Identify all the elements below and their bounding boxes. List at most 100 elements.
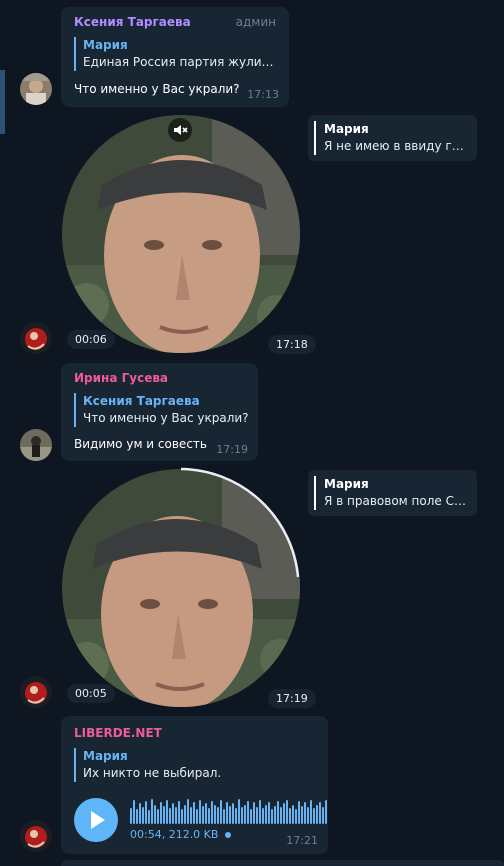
- sender-name[interactable]: LIBERDE.NET: [74, 726, 162, 740]
- waveform-bar: [157, 809, 159, 824]
- waveform-bar: [247, 801, 249, 824]
- waveform-bar: [256, 807, 258, 824]
- waveform-bar: [295, 809, 297, 824]
- waveform-bar: [193, 802, 195, 824]
- waveform-bar: [175, 807, 177, 824]
- waveform-bar: [271, 809, 273, 824]
- waveform-bar: [259, 800, 261, 824]
- speaker-muted-icon: [174, 125, 188, 135]
- waveform-bar: [139, 803, 141, 824]
- waveform-bar: [190, 807, 192, 824]
- avatar-video-sender-1[interactable]: [20, 322, 52, 354]
- message-bubble-liberde[interactable]: LIBERDE.NET Мария Их никто не выбирал. 0…: [61, 716, 328, 854]
- voice-duration-size: 00:54, 212.0 KB: [130, 828, 219, 841]
- waveform-bar: [322, 807, 324, 824]
- avatar-next-partial: [20, 860, 52, 866]
- waveform-bar: [304, 802, 306, 824]
- waveform-bar: [133, 800, 135, 824]
- avatar-kseniya[interactable]: [20, 73, 52, 105]
- waveform-bar: [172, 803, 174, 824]
- voice-waveform[interactable]: [130, 798, 327, 824]
- waveform-bar: [319, 802, 321, 824]
- reply-author: Мария: [83, 749, 128, 763]
- waveform-bar: [250, 809, 252, 824]
- waveform-bar: [232, 803, 234, 824]
- waveform-bar: [196, 809, 198, 824]
- waveform-bar: [280, 807, 282, 824]
- reply-quote[interactable]: Мария Их никто не выбирал.: [74, 748, 314, 782]
- reply-card-1[interactable]: Мария Я не имею в ввиду гр…: [308, 115, 477, 161]
- waveform-bar: [235, 808, 237, 824]
- reply-excerpt: Что именно у Вас украли?: [83, 411, 249, 425]
- waveform-bar: [262, 808, 264, 824]
- waveform-bar: [220, 800, 222, 824]
- waveform-bar: [199, 800, 201, 824]
- voice-meta: 00:54, 212.0 KB: [130, 828, 231, 841]
- sender-name[interactable]: Ирина Гусева: [74, 371, 168, 385]
- reply-excerpt: Их никто не выбирал.: [83, 766, 222, 780]
- waveform-bar: [163, 806, 165, 824]
- video-duration: 00:06: [67, 330, 115, 349]
- reply-author: Мария: [324, 477, 369, 491]
- sender-name[interactable]: Ксения Таргаева: [74, 15, 191, 29]
- waveform-bar: [286, 800, 288, 824]
- message-time: 17:13: [247, 88, 279, 101]
- next-message-partial: [61, 860, 504, 866]
- waveform-bar: [205, 803, 207, 824]
- waveform-bar: [169, 808, 171, 824]
- waveform-bar: [214, 805, 216, 824]
- waveform-bar: [130, 808, 132, 824]
- waveform-bar: [268, 802, 270, 824]
- reply-card-2[interactable]: Мария Я в правовом поле С…: [308, 470, 477, 516]
- waveform-bar: [211, 801, 213, 824]
- waveform-bar: [307, 807, 309, 824]
- reply-author: Ксения Таргаева: [83, 394, 200, 408]
- waveform-bar: [151, 799, 153, 824]
- video-note-1[interactable]: [62, 115, 300, 353]
- waveform-bar: [301, 806, 303, 824]
- waveform-bar: [148, 810, 150, 824]
- video-duration: 00:05: [67, 684, 115, 703]
- waveform-bar: [283, 803, 285, 824]
- waveform-bar: [184, 805, 186, 824]
- message-time: 17:19: [216, 443, 248, 456]
- waveform-bar: [226, 802, 228, 824]
- avatar-irina[interactable]: [20, 429, 52, 461]
- waveform-bar: [298, 801, 300, 824]
- avatar-liberde[interactable]: [20, 820, 52, 852]
- waveform-bar: [142, 807, 144, 824]
- waveform-bar: [310, 800, 312, 824]
- reply-quote[interactable]: Ксения Таргаева Что именно у Вас украли?: [74, 393, 249, 427]
- reply-excerpt: Я не имею в ввиду гр…: [324, 139, 471, 153]
- selected-chat-indicator: [0, 70, 5, 134]
- mute-button[interactable]: [168, 118, 192, 142]
- waveform-bar: [136, 809, 138, 824]
- message-time: 17:21: [286, 834, 318, 847]
- waveform-bar: [202, 806, 204, 824]
- waveform-bar: [223, 809, 225, 824]
- message-text: Что именно у Вас украли?: [74, 82, 240, 96]
- waveform-bar: [241, 807, 243, 824]
- waveform-bar: [160, 802, 162, 824]
- reply-quote[interactable]: Мария Единая Россия партия жулик…: [74, 37, 279, 71]
- message-bubble-irina[interactable]: Ирина Гусева Ксения Таргаева Что именно …: [61, 363, 258, 461]
- avatar-video-sender-2[interactable]: [20, 676, 52, 708]
- message-bubble-kseniya[interactable]: Ксения Таргаева админ Мария Единая Росси…: [61, 7, 289, 107]
- waveform-bar: [238, 799, 240, 824]
- reply-author: Мария: [83, 38, 128, 52]
- reply-excerpt: Единая Россия партия жулик…: [83, 55, 279, 69]
- waveform-bar: [313, 808, 315, 824]
- waveform-bar: [229, 806, 231, 824]
- waveform-bar: [217, 807, 219, 824]
- waveform-bar: [181, 809, 183, 824]
- waveform-bar: [292, 805, 294, 824]
- admin-badge: админ: [235, 15, 276, 29]
- reply-excerpt: Я в правовом поле С…: [324, 494, 466, 508]
- video-progress-ring: [180, 467, 300, 578]
- waveform-bar: [274, 806, 276, 824]
- voice-play-button[interactable]: [74, 798, 118, 842]
- unread-dot: [224, 832, 231, 838]
- waveform-bar: [178, 801, 180, 824]
- waveform-bar: [154, 805, 156, 824]
- waveform-bar: [244, 805, 246, 824]
